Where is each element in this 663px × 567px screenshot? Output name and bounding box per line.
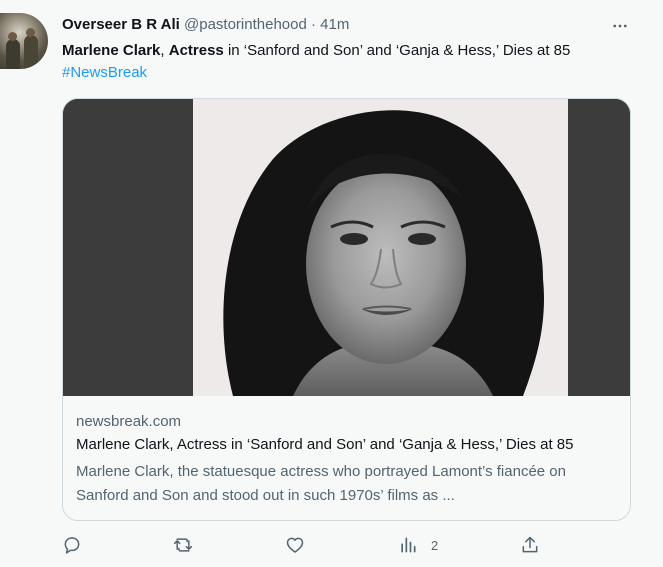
reply-button[interactable]: [62, 530, 82, 560]
views-button[interactable]: 2: [398, 530, 438, 560]
avatar-figure-left: [6, 39, 20, 69]
share-icon: [522, 536, 538, 553]
avatar-figure-right: [24, 35, 38, 69]
hashtag-link[interactable]: #NewsBreak: [62, 64, 147, 81]
tweet-text-bold-actress: Actress: [168, 42, 224, 59]
share-button[interactable]: [520, 530, 540, 560]
tweet-text-body: in ‘Sanford and Son’ and ‘Ganja & Hess,’…: [223, 42, 571, 59]
card-description: Marlene Clark, the statuesque actress wh…: [76, 463, 566, 504]
author-name[interactable]: Overseer B R Ali: [62, 16, 180, 33]
link-card[interactable]: newsbreak.com Marlene Clark, Actress in …: [62, 98, 631, 521]
heart-icon: [286, 537, 304, 553]
card-image[interactable]: [63, 99, 630, 396]
avatar-head-left: [8, 32, 17, 41]
tweet-text-comma: ,: [160, 42, 169, 59]
timestamp[interactable]: 41m: [320, 16, 349, 33]
portrait-photo-icon: [63, 99, 630, 396]
avatar[interactable]: [0, 13, 48, 69]
tweet-header: Overseer B R Ali @pastorinthehood · 41m: [62, 14, 349, 36]
tweet[interactable]: Overseer B R Ali @pastorinthehood · 41m …: [0, 0, 663, 567]
card-title: Marlene Clark, Actress in ‘Sanford and S…: [76, 436, 574, 453]
more-icon: [613, 24, 627, 28]
like-button[interactable]: [285, 530, 305, 560]
avatar-head-right: [26, 28, 35, 37]
views-icon: [401, 537, 416, 553]
retweet-button[interactable]: [172, 530, 194, 560]
card-domain: newsbreak.com: [76, 413, 182, 430]
author-handle[interactable]: @pastorinthehood: [184, 16, 307, 33]
more-options-button[interactable]: [610, 16, 630, 36]
tweet-text: Marlene Clark, Actress in ‘Sanford and S…: [62, 40, 637, 84]
retweet-icon: [173, 538, 193, 552]
separator-dot: ·: [311, 16, 316, 33]
action-bar: 2: [0, 530, 663, 560]
tweet-text-bold-name: Marlene Clark: [62, 42, 161, 59]
reply-icon: [64, 537, 80, 554]
views-count: 2: [431, 537, 439, 553]
